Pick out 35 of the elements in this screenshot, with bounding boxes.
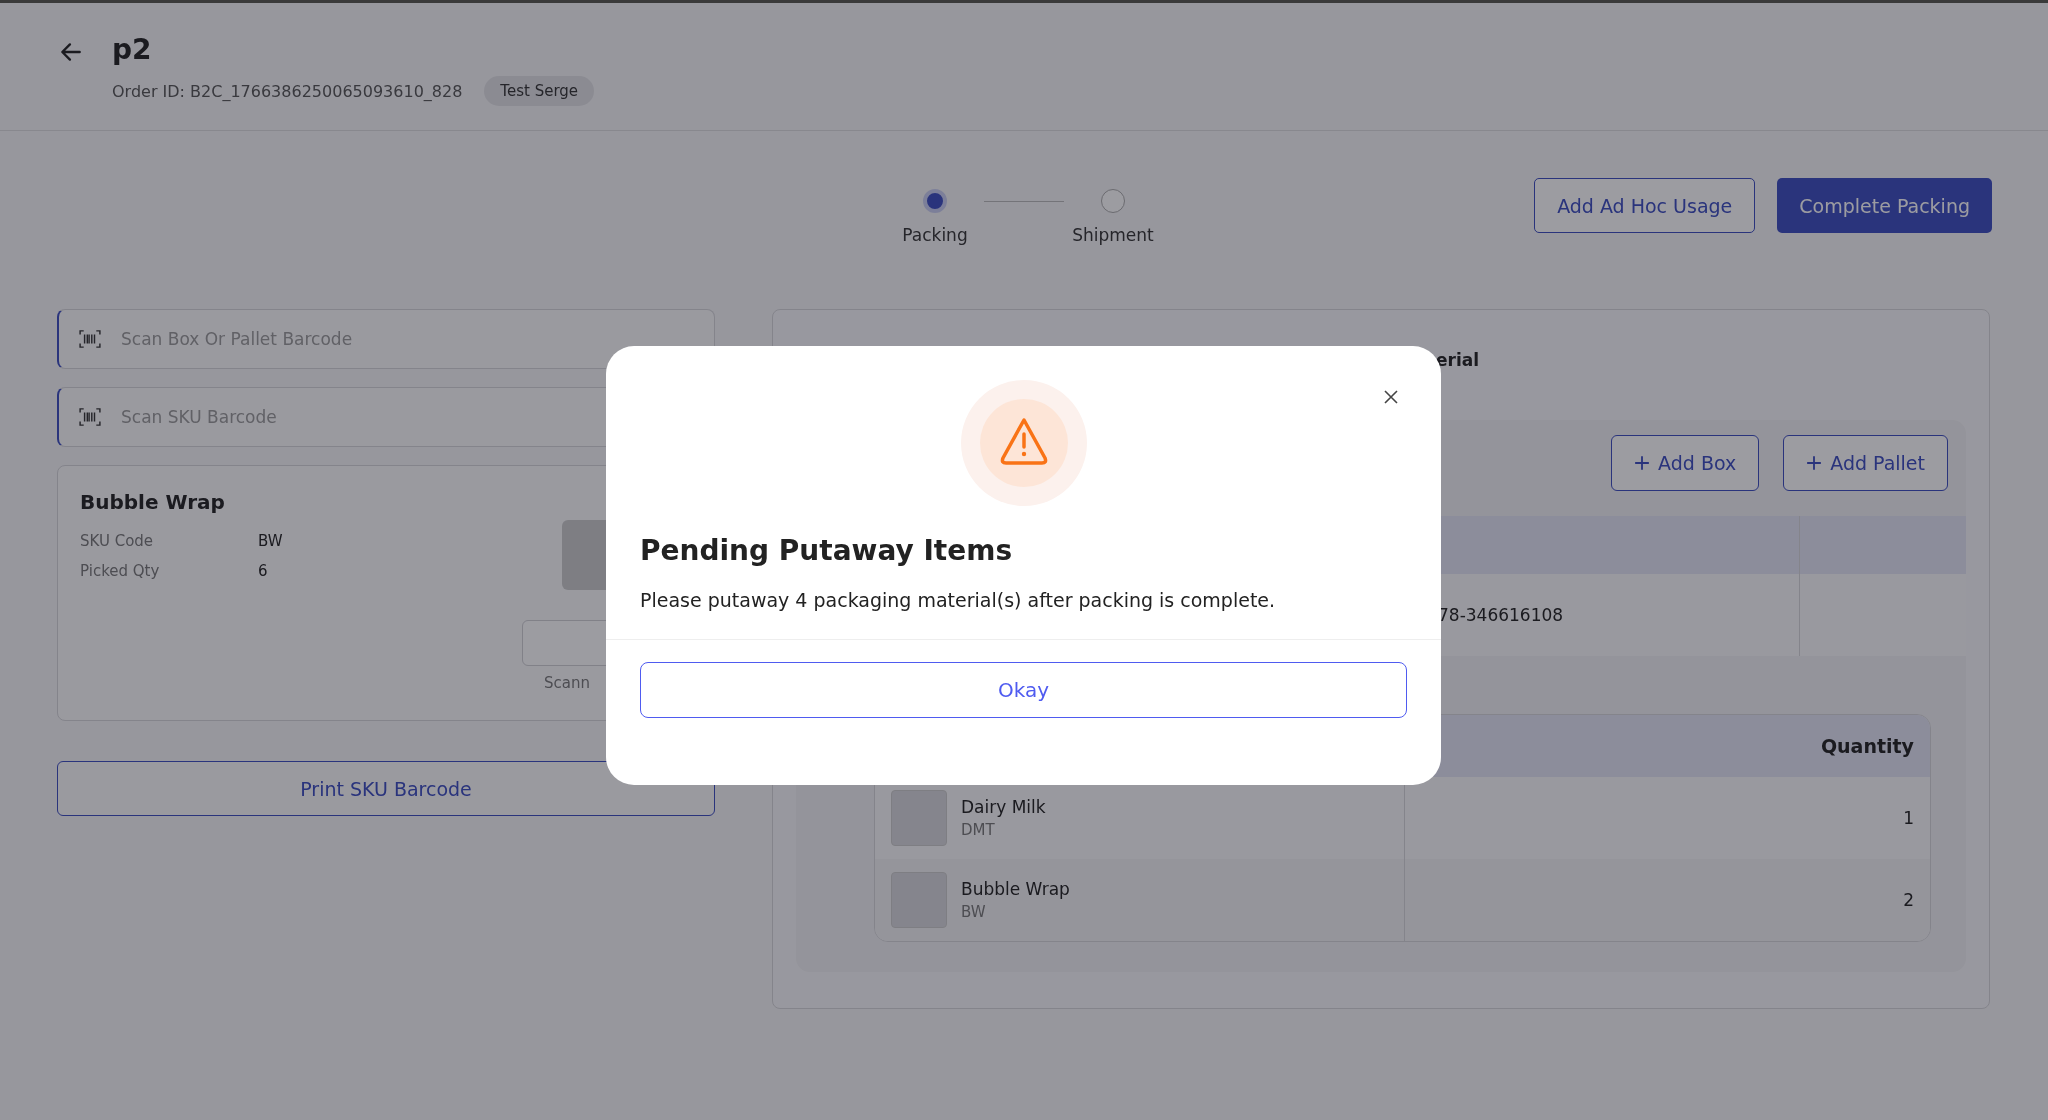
action-button[interactable]: Complete Packing bbox=[1777, 178, 1992, 233]
item-name: Bubble Wrap bbox=[80, 490, 226, 514]
scan-field[interactable]: Scan Box Or Pallet Barcode bbox=[57, 309, 715, 369]
table-cell: 1 bbox=[1903, 808, 1914, 828]
plus-icon bbox=[1806, 455, 1823, 471]
column-header: Quantity bbox=[1820, 735, 1914, 757]
warning-icon bbox=[960, 380, 1087, 506]
field-label: Picked Qty bbox=[80, 562, 161, 580]
item-sku: DMT bbox=[961, 821, 996, 839]
section-heading: erial bbox=[1436, 350, 1480, 370]
table-cell: 2 bbox=[1903, 890, 1914, 910]
action-button[interactable]: Add Ad Hoc Usage bbox=[1534, 178, 1756, 233]
item-sku: BW bbox=[961, 903, 987, 921]
okay-button[interactable]: Okay bbox=[640, 662, 1407, 718]
plus-icon bbox=[1634, 455, 1651, 471]
photo-placeholder bbox=[891, 790, 947, 846]
field-value: BW bbox=[258, 532, 283, 550]
step-label: Shipment bbox=[1072, 225, 1154, 245]
customer-tag: Test Serge bbox=[484, 76, 595, 106]
field-value: 6 bbox=[258, 562, 268, 580]
print-barcode-button[interactable]: Print SKU Barcode bbox=[57, 761, 715, 816]
dialog-message: Please putaway 4 packaging material(s) after packing is complete. bbox=[640, 589, 1277, 611]
item-name: Bubble Wrap bbox=[961, 879, 1070, 899]
order-id: Order ID: B2C_1766386250065093610_828 bbox=[112, 81, 463, 101]
close-icon[interactable] bbox=[1383, 389, 1399, 405]
field-label: SKU Code bbox=[80, 532, 155, 550]
item-name: Dairy Milk bbox=[961, 797, 1046, 817]
add-button[interactable]: Add Box bbox=[1611, 435, 1760, 491]
scan-caption: Scann bbox=[544, 674, 590, 692]
page-title: p2 bbox=[112, 33, 153, 66]
photo-placeholder bbox=[891, 872, 947, 928]
add-button[interactable]: Add Pallet bbox=[1783, 435, 1948, 491]
step-label: Packing bbox=[902, 225, 968, 245]
table-cell: 78-346616108 bbox=[1438, 605, 1564, 625]
dialog-title: Pending Putaway Items bbox=[640, 534, 1014, 567]
